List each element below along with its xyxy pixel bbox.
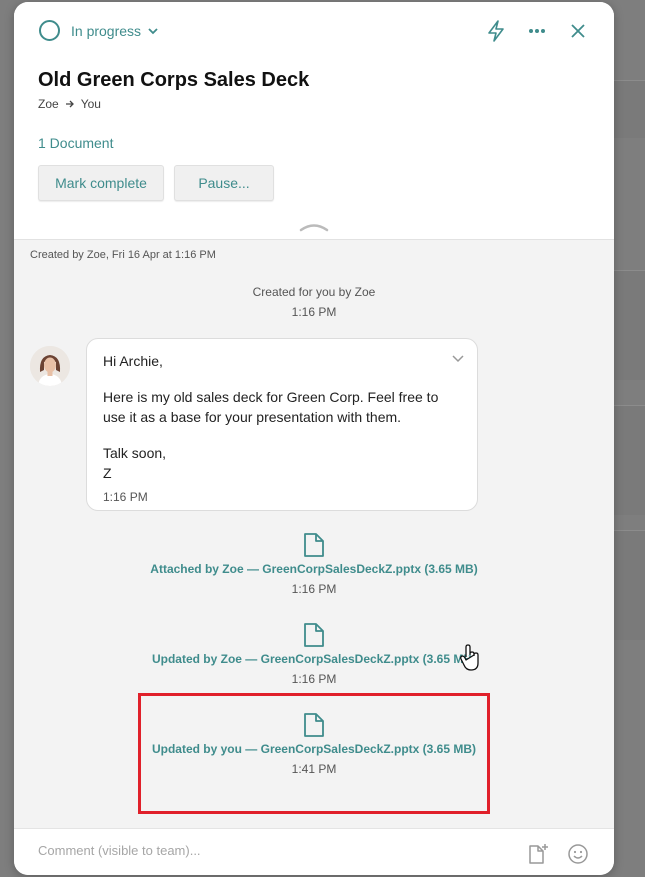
mark-complete-button[interactable]: Mark complete [38,165,164,201]
comment-bar [14,828,614,875]
message-greeting: Hi Archie, [103,353,163,369]
file-link[interactable]: Updated by Zoe — GreenCorpSalesDeckZ.ppt… [14,652,614,666]
lightning-icon [488,20,504,42]
to-user: You [80,97,101,111]
document-icon [304,623,324,647]
avatar [30,346,70,386]
task-panel: In progress Old Green Corps Sales Deck Z… [14,2,614,875]
collapse-handle-icon[interactable] [299,221,329,233]
event-text: Created for you by Zoe [252,285,376,299]
close-button[interactable] [566,19,590,43]
task-header: In progress Old Green Corps Sales Deck Z… [14,2,614,240]
comment-input[interactable] [38,843,508,858]
created-event: Created for you by Zoe 1:16 PM [14,285,614,319]
documents-link[interactable]: 1 Document [38,135,113,151]
message-bubble: Hi Archie, Here is my old sales deck for… [86,338,478,511]
lightning-button[interactable] [484,19,508,43]
created-by-text: Created by Zoe, Fri 16 Apr at 1:16 PM [30,249,216,261]
message-signature: Z [103,465,112,481]
message-body: Here is my old sales deck for Green Corp… [103,389,439,425]
hand-pointer-cursor-icon [460,644,479,671]
task-title: Old Green Corps Sales Deck [38,69,310,91]
more-options-button[interactable] [525,19,549,43]
file-event: Updated by Zoe — GreenCorpSalesDeckZ.ppt… [14,622,614,686]
background-row [613,530,645,640]
avatar-portrait [30,346,70,386]
status-dropdown[interactable]: In progress [39,20,159,41]
status-label: In progress [71,22,142,39]
chevron-down-icon [148,27,158,34]
file-link[interactable]: Attached by Zoe — GreenCorpSalesDeckZ.pp… [14,562,614,576]
chevron-down-icon[interactable] [451,351,465,365]
arrow-right-icon [65,100,74,108]
background-row [613,405,645,515]
event-time: 1:16 PM [291,305,337,319]
pause-button[interactable]: Pause... [174,165,274,201]
more-horizontal-icon [529,29,545,33]
assignment-line: Zoe You [38,97,101,111]
message-time: 1:16 PM [103,490,148,504]
file-event-time: 1:16 PM [291,672,337,686]
header-actions [467,19,590,43]
file-event-time: 1:16 PM [291,582,337,596]
document-icon [304,533,324,557]
from-user: Zoe [38,97,59,111]
background-row [613,80,645,138]
highlight-box [138,693,490,814]
message-closing: Talk soon, [103,445,167,461]
status-circle-icon [39,20,60,41]
emoji-icon[interactable] [566,842,590,866]
attach-file-icon[interactable] [526,842,550,866]
file-event: Attached by Zoe — GreenCorpSalesDeckZ.pp… [14,532,614,596]
close-icon [571,24,585,38]
background-row [613,270,645,380]
